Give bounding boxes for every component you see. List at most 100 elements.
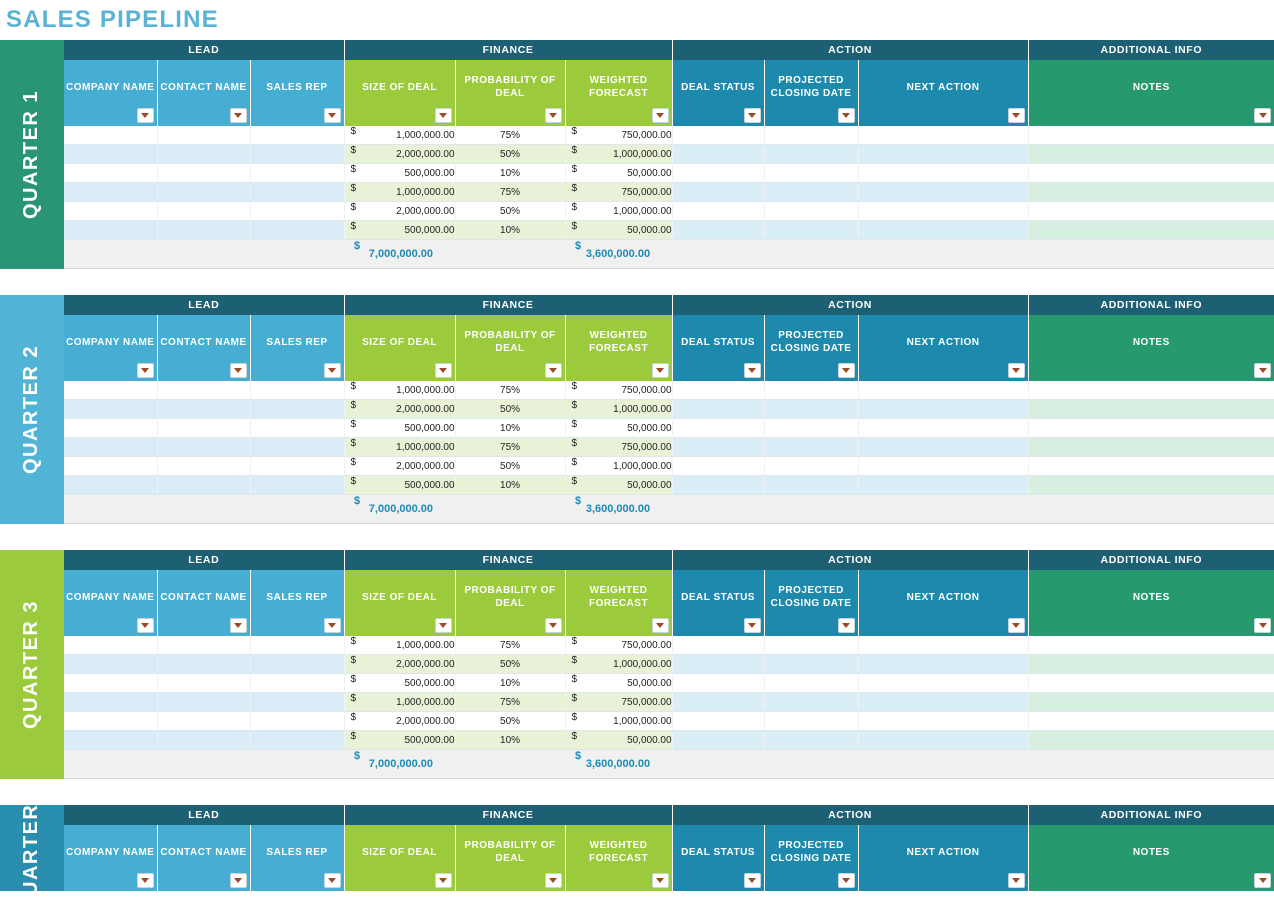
cell-company[interactable] bbox=[64, 381, 158, 400]
cell-next[interactable] bbox=[858, 399, 1029, 419]
filter-dropdown-status-icon[interactable] bbox=[743, 363, 761, 378]
cell-rep[interactable] bbox=[250, 692, 345, 712]
column-header-size[interactable]: SIZE OF DEAL bbox=[344, 315, 456, 381]
cell-status[interactable] bbox=[672, 673, 765, 693]
column-header-notes[interactable]: NOTES bbox=[1028, 60, 1274, 126]
cell-status[interactable] bbox=[672, 692, 765, 712]
cell-probability[interactable]: 75% bbox=[455, 126, 566, 145]
cell-size[interactable]: $500,000.00 bbox=[344, 673, 456, 693]
cell-closing[interactable] bbox=[764, 730, 859, 750]
cell-contact[interactable] bbox=[157, 654, 251, 674]
filter-dropdown-company-icon[interactable] bbox=[136, 363, 154, 378]
column-header-probability[interactable]: PROBABILITY OF DEAL bbox=[455, 60, 566, 126]
cell-forecast[interactable]: $750,000.00 bbox=[565, 182, 673, 202]
cell-forecast[interactable]: $750,000.00 bbox=[565, 692, 673, 712]
filter-dropdown-next-icon[interactable] bbox=[1007, 363, 1025, 378]
cell-notes[interactable] bbox=[1028, 673, 1274, 693]
column-header-size[interactable]: SIZE OF DEAL bbox=[344, 60, 456, 126]
cell-size[interactable]: $1,000,000.00 bbox=[344, 692, 456, 712]
cell-rep[interactable] bbox=[250, 381, 345, 400]
cell-status[interactable] bbox=[672, 381, 765, 400]
filter-dropdown-forecast-icon[interactable] bbox=[651, 618, 669, 633]
table-row[interactable]: $500,000.00 10% $50,000.00 bbox=[64, 475, 1274, 495]
cell-company[interactable] bbox=[64, 182, 158, 202]
cell-notes[interactable] bbox=[1028, 636, 1274, 655]
filter-dropdown-rep-icon[interactable] bbox=[323, 873, 341, 888]
column-header-notes[interactable]: NOTES bbox=[1028, 825, 1274, 891]
cell-rep[interactable] bbox=[250, 673, 345, 693]
cell-closing[interactable] bbox=[764, 201, 859, 221]
cell-closing[interactable] bbox=[764, 475, 859, 495]
cell-notes[interactable] bbox=[1028, 220, 1274, 240]
cell-company[interactable] bbox=[64, 126, 158, 145]
cell-contact[interactable] bbox=[157, 381, 251, 400]
cell-size[interactable]: $2,000,000.00 bbox=[344, 654, 456, 674]
cell-contact[interactable] bbox=[157, 692, 251, 712]
cell-status[interactable] bbox=[672, 730, 765, 750]
cell-next[interactable] bbox=[858, 730, 1029, 750]
cell-notes[interactable] bbox=[1028, 475, 1274, 495]
filter-dropdown-company-icon[interactable] bbox=[136, 618, 154, 633]
cell-size[interactable]: $500,000.00 bbox=[344, 220, 456, 240]
filter-dropdown-next-icon[interactable] bbox=[1007, 873, 1025, 888]
cell-contact[interactable] bbox=[157, 418, 251, 438]
cell-probability[interactable]: 10% bbox=[455, 730, 566, 750]
cell-forecast[interactable]: $750,000.00 bbox=[565, 437, 673, 457]
cell-company[interactable] bbox=[64, 711, 158, 731]
cell-next[interactable] bbox=[858, 163, 1029, 183]
cell-forecast[interactable]: $750,000.00 bbox=[565, 381, 673, 400]
filter-dropdown-next-icon[interactable] bbox=[1007, 618, 1025, 633]
column-header-status[interactable]: DEAL STATUS bbox=[672, 60, 765, 126]
cell-size[interactable]: $1,000,000.00 bbox=[344, 126, 456, 145]
cell-probability[interactable]: 75% bbox=[455, 636, 566, 655]
cell-contact[interactable] bbox=[157, 730, 251, 750]
cell-rep[interactable] bbox=[250, 636, 345, 655]
cell-notes[interactable] bbox=[1028, 418, 1274, 438]
cell-size[interactable]: $500,000.00 bbox=[344, 730, 456, 750]
cell-company[interactable] bbox=[64, 220, 158, 240]
cell-rep[interactable] bbox=[250, 144, 345, 164]
column-header-next[interactable]: NEXT ACTION bbox=[858, 315, 1029, 381]
cell-size[interactable]: $1,000,000.00 bbox=[344, 636, 456, 655]
column-header-company[interactable]: COMPANY NAME bbox=[64, 315, 158, 381]
cell-company[interactable] bbox=[64, 673, 158, 693]
filter-dropdown-contact-icon[interactable] bbox=[229, 873, 247, 888]
cell-contact[interactable] bbox=[157, 201, 251, 221]
cell-forecast[interactable]: $50,000.00 bbox=[565, 220, 673, 240]
cell-status[interactable] bbox=[672, 144, 765, 164]
cell-rep[interactable] bbox=[250, 418, 345, 438]
cell-probability[interactable]: 10% bbox=[455, 220, 566, 240]
cell-probability[interactable]: 10% bbox=[455, 163, 566, 183]
column-header-forecast[interactable]: WEIGHTED FORECAST bbox=[565, 825, 673, 891]
filter-dropdown-notes-icon[interactable] bbox=[1254, 618, 1272, 633]
table-row[interactable]: $2,000,000.00 50% $1,000,000.00 bbox=[64, 144, 1274, 164]
column-header-contact[interactable]: CONTACT NAME bbox=[157, 825, 251, 891]
column-header-size[interactable]: SIZE OF DEAL bbox=[344, 825, 456, 891]
cell-next[interactable] bbox=[858, 456, 1029, 476]
cell-forecast[interactable]: $1,000,000.00 bbox=[565, 654, 673, 674]
cell-size[interactable]: $2,000,000.00 bbox=[344, 201, 456, 221]
table-row[interactable]: $2,000,000.00 50% $1,000,000.00 bbox=[64, 399, 1274, 419]
table-row[interactable]: $500,000.00 10% $50,000.00 bbox=[64, 673, 1274, 693]
column-header-contact[interactable]: CONTACT NAME bbox=[157, 570, 251, 636]
cell-rep[interactable] bbox=[250, 730, 345, 750]
cell-status[interactable] bbox=[672, 163, 765, 183]
cell-company[interactable] bbox=[64, 636, 158, 655]
filter-dropdown-next-icon[interactable] bbox=[1007, 108, 1025, 123]
filter-dropdown-status-icon[interactable] bbox=[743, 108, 761, 123]
table-row[interactable]: $2,000,000.00 50% $1,000,000.00 bbox=[64, 456, 1274, 476]
cell-probability[interactable]: 10% bbox=[455, 673, 566, 693]
cell-notes[interactable] bbox=[1028, 654, 1274, 674]
cell-size[interactable]: $500,000.00 bbox=[344, 418, 456, 438]
column-header-notes[interactable]: NOTES bbox=[1028, 315, 1274, 381]
table-row[interactable]: $1,000,000.00 75% $750,000.00 bbox=[64, 126, 1274, 145]
cell-status[interactable] bbox=[672, 418, 765, 438]
cell-notes[interactable] bbox=[1028, 144, 1274, 164]
column-header-forecast[interactable]: WEIGHTED FORECAST bbox=[565, 570, 673, 636]
filter-dropdown-forecast-icon[interactable] bbox=[651, 873, 669, 888]
filter-dropdown-probability-icon[interactable] bbox=[544, 108, 562, 123]
table-row[interactable]: $1,000,000.00 75% $750,000.00 bbox=[64, 636, 1274, 655]
cell-next[interactable] bbox=[858, 636, 1029, 655]
cell-probability[interactable]: 75% bbox=[455, 692, 566, 712]
cell-status[interactable] bbox=[672, 437, 765, 457]
